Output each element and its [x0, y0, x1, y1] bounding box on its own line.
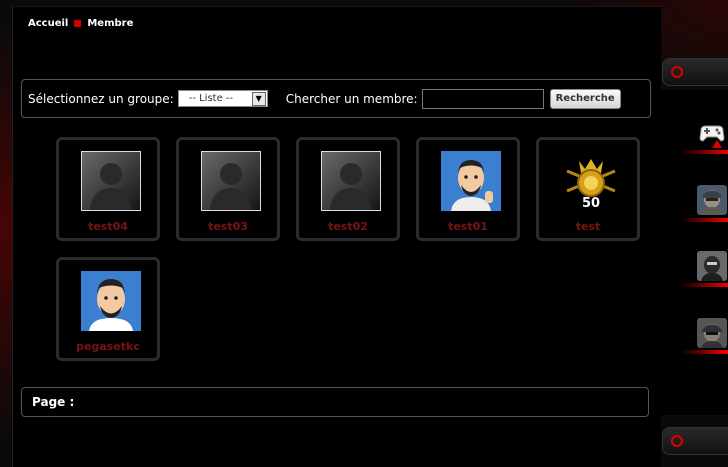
search-button[interactable]: Recherche: [549, 88, 621, 109]
breadcrumb: Accueil Membre: [28, 18, 133, 29]
member-name[interactable]: test04: [59, 220, 157, 233]
member-name[interactable]: test02: [299, 220, 397, 233]
default-avatar-icon[interactable]: [201, 151, 261, 211]
member-search-input[interactable]: [421, 88, 544, 109]
sidebar-header-bottom: [662, 427, 728, 455]
breadcrumb-home-link[interactable]: Accueil: [28, 18, 68, 29]
member-card-test01[interactable]: test01: [416, 137, 520, 241]
helmet-soldier-icon[interactable]: [697, 318, 727, 348]
cartoon-man-avatar-icon[interactable]: [81, 271, 141, 331]
pagination-label: Page :: [32, 395, 75, 409]
member-name[interactable]: test01: [419, 220, 517, 233]
sidebar-divider: [680, 283, 728, 287]
sidebar-divider: [680, 350, 728, 354]
group-select-value: -- Liste --: [188, 93, 234, 104]
member-search-label: Chercher un membre:: [285, 91, 418, 106]
cartoon-man-avatar-icon[interactable]: [441, 151, 501, 211]
group-select-label: Sélectionnez un groupe:: [28, 91, 174, 106]
member-card-test[interactable]: 50 test: [536, 137, 640, 241]
chevron-down-icon[interactable]: ▼: [251, 91, 266, 106]
masked-soldier-icon[interactable]: [697, 251, 727, 281]
member-name[interactable]: pegasetkc: [59, 340, 157, 353]
default-avatar-icon[interactable]: [321, 151, 381, 211]
ring-icon: [671, 66, 683, 78]
breadcrumb-separator-icon: [74, 20, 82, 27]
soldier-icon[interactable]: [697, 185, 727, 215]
member-card-test03[interactable]: test03: [176, 137, 280, 241]
ring-icon: [671, 435, 683, 447]
sidebar-divider: [680, 218, 728, 222]
member-card-pegasetkc[interactable]: pegasetkc: [56, 257, 160, 361]
member-card-test02[interactable]: test02: [296, 137, 400, 241]
breadcrumb-current: Membre: [87, 18, 134, 29]
group-select[interactable]: -- Liste -- ▼: [177, 90, 268, 107]
member-name[interactable]: test: [539, 220, 637, 233]
sidebar-divider: [680, 150, 728, 154]
gamepad-warning-icon[interactable]: [697, 118, 727, 148]
pagination-bar: Page :: [21, 387, 649, 417]
default-avatar-icon[interactable]: [81, 151, 141, 211]
rank-badge-avatar-icon[interactable]: 50: [561, 151, 621, 211]
svg-text:50: 50: [582, 196, 600, 211]
member-name[interactable]: test03: [179, 220, 277, 233]
sidebar-header-top: [662, 58, 728, 86]
member-filter-bar: Sélectionnez un groupe: -- Liste -- ▼ Ch…: [21, 79, 651, 118]
member-card-test04[interactable]: test04: [56, 137, 160, 241]
